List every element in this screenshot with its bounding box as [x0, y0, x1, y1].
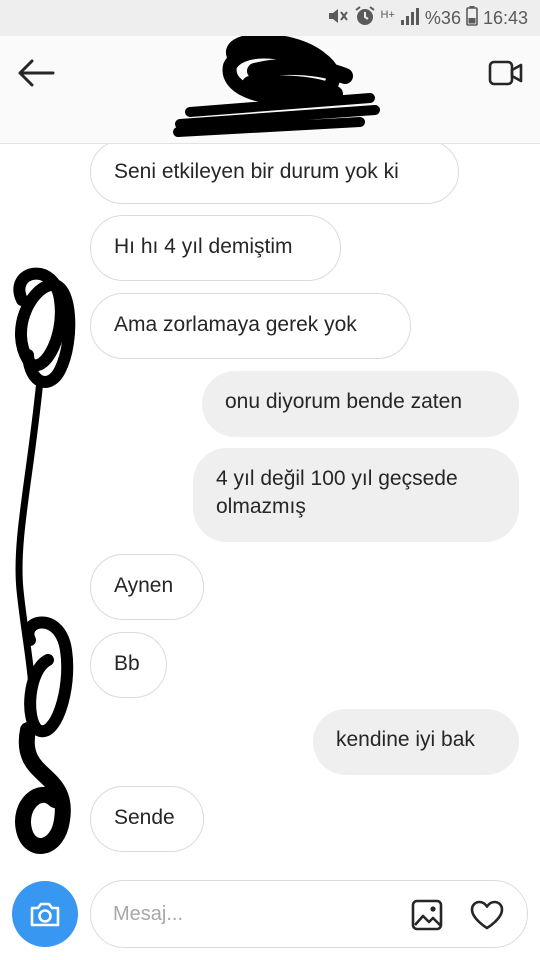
gallery-icon: [411, 899, 443, 931]
back-button[interactable]: [14, 56, 58, 90]
camera-button[interactable]: [12, 881, 78, 947]
message-composer: [0, 868, 540, 960]
camera-icon: [30, 902, 60, 927]
battery-percent: %36: [424, 8, 461, 28]
redaction-scribble: [173, 36, 380, 137]
like-button[interactable]: [467, 897, 507, 933]
arrow-left-icon: [18, 59, 55, 87]
message-bubble-outgoing[interactable]: 4 yıl değil 100 yıl geçsede olmazmış: [193, 448, 519, 542]
message-bubble-incoming[interactable]: Hı hı 4 yıl demiştim: [90, 215, 341, 281]
message-bubble-incoming[interactable]: Ama zorlamaya gerek yok: [90, 293, 411, 359]
gallery-button[interactable]: [409, 897, 445, 933]
mute-icon: [327, 6, 349, 31]
alarm-icon: [354, 5, 376, 32]
signal-icon: [400, 7, 420, 30]
network-type: H+: [380, 8, 395, 21]
message-thread[interactable]: Seni etkileyen bir durum yok ki Hı hı 4 …: [0, 144, 540, 860]
message-bubble-outgoing[interactable]: onu diyorum bende zaten: [202, 371, 519, 437]
message-bubble-outgoing[interactable]: kendine iyi bak: [313, 709, 519, 775]
message-bubble-incoming[interactable]: Sende: [90, 786, 204, 852]
heart-icon: [470, 900, 504, 930]
video-call-icon: [488, 60, 523, 86]
video-call-button[interactable]: [486, 56, 526, 90]
status-icons: H+ %36 16:43: [327, 5, 528, 32]
message-bubble-incoming[interactable]: Seni etkileyen bir durum yok ki: [90, 144, 459, 204]
message-bubble-incoming[interactable]: Aynen: [90, 554, 204, 620]
message-bubble-incoming[interactable]: Bb: [90, 632, 167, 698]
status-bar: H+ %36 16:43: [0, 0, 540, 36]
clock: 16:43: [482, 8, 528, 28]
battery-icon: [466, 5, 478, 31]
message-field[interactable]: [90, 880, 528, 948]
thread-header: [0, 36, 540, 144]
message-input[interactable]: [113, 899, 393, 929]
